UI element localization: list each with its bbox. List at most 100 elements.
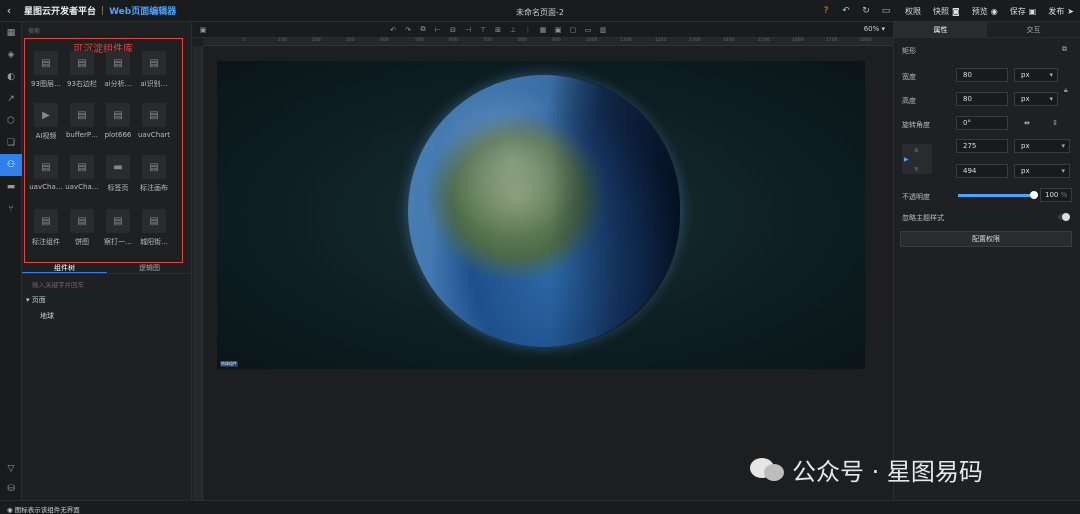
opacity-slider[interactable] bbox=[958, 191, 1038, 199]
component-thumb-icon: ▤ bbox=[142, 209, 166, 233]
tree-node-page[interactable]: ▾ 页面 bbox=[26, 295, 46, 305]
group-icon[interactable]: ▣ bbox=[553, 25, 563, 35]
align-right-icon[interactable]: ⊣ bbox=[463, 25, 473, 35]
database-icon[interactable]: ⛁ bbox=[0, 478, 22, 500]
component-item[interactable]: ▤ 察打一… bbox=[99, 209, 137, 247]
flip-vertical-icon[interactable]: ⇳ bbox=[1052, 119, 1058, 127]
component-item[interactable]: ▤ uavCha… bbox=[27, 155, 65, 191]
preview-button[interactable]: 预览 ◉ bbox=[972, 6, 998, 17]
component-item[interactable]: ▤ 标注组件 bbox=[27, 209, 65, 247]
ungroup-icon[interactable]: ▢ bbox=[568, 25, 578, 35]
align-left-icon[interactable]: ⊢ bbox=[433, 25, 443, 35]
component-name: ai识别… bbox=[140, 80, 168, 88]
tab-properties[interactable]: 属性 bbox=[894, 22, 987, 37]
properties-tabs: 属性 交互 bbox=[894, 22, 1080, 38]
height-unit-select[interactable]: px ▾ bbox=[1014, 92, 1058, 106]
copy-style-icon[interactable]: ⧉ bbox=[1062, 45, 1067, 54]
opacity-input[interactable]: 100 % bbox=[1040, 188, 1072, 202]
ruler-tick: 500 bbox=[415, 38, 424, 43]
width-unit-select[interactable]: px ▾ bbox=[1014, 68, 1058, 82]
position-anchor[interactable]: ▶ ▲ ▼ bbox=[902, 144, 932, 174]
align-middle-icon[interactable]: ⊞ bbox=[493, 25, 503, 35]
y-position-input[interactable]: 494 bbox=[956, 164, 1008, 178]
component-search-input[interactable]: 搜索 bbox=[28, 26, 40, 35]
grid-icon[interactable]: ▦ bbox=[538, 25, 548, 35]
globe-night-shade bbox=[549, 75, 680, 347]
component-item[interactable]: ▤ ai识别… bbox=[135, 51, 173, 89]
height-input[interactable]: 80 bbox=[956, 92, 1008, 106]
rotation-input[interactable]: 0° bbox=[956, 116, 1008, 130]
filter-icon[interactable]: ▽ bbox=[0, 458, 22, 480]
layers-icon[interactable]: ❏ bbox=[0, 132, 22, 154]
tab-interaction[interactable]: 交互 bbox=[987, 22, 1080, 37]
ignore-theme-toggle[interactable] bbox=[1058, 213, 1070, 221]
publish-button[interactable]: 发布 ➤ bbox=[1048, 6, 1074, 17]
snapshot-label: 快照 bbox=[932, 6, 949, 16]
save-button[interactable]: 保存 ▣ bbox=[1010, 6, 1037, 17]
refresh-icon[interactable]: ↻ bbox=[859, 4, 873, 18]
component-item[interactable]: ▶ AI视频 bbox=[27, 103, 65, 141]
component-item[interactable]: ▤ ai分析… bbox=[99, 51, 137, 89]
component-item[interactable]: ▤ uavChart bbox=[135, 103, 173, 139]
x-position-input[interactable]: 275 bbox=[956, 139, 1008, 153]
component-name: 标注画布 bbox=[140, 184, 168, 192]
status-bar: ◉ 图标表示该组件无界面 bbox=[0, 500, 1080, 514]
cube-icon[interactable]: ⬡ bbox=[0, 110, 22, 132]
component-item[interactable]: ▤ bufferP… bbox=[63, 103, 101, 139]
align-center-icon[interactable]: ⊟ bbox=[448, 25, 458, 35]
permission-button[interactable]: 权限 bbox=[905, 6, 921, 17]
component-item[interactable]: ▤ plot666 bbox=[99, 103, 137, 139]
tab-component-tree[interactable]: 组件树 bbox=[22, 262, 107, 273]
align-top-icon[interactable]: ⊤ bbox=[478, 25, 488, 35]
theme-icon[interactable]: ◐ bbox=[0, 66, 22, 88]
chevron-down-icon: ▾ bbox=[1049, 95, 1053, 103]
component-thumb-icon: ▤ bbox=[106, 103, 130, 127]
copy-icon[interactable]: ⧉ bbox=[418, 25, 428, 35]
undo-history-icon[interactable]: ↶ bbox=[839, 4, 853, 18]
component-name: 93右边栏 bbox=[67, 80, 97, 88]
component-name: ai分析… bbox=[104, 80, 132, 88]
page-stage[interactable]: 地球组件 bbox=[217, 61, 865, 369]
snapshot-button[interactable]: 快照 ◙ bbox=[933, 6, 960, 17]
redo-icon[interactable]: ↷ bbox=[403, 25, 413, 35]
width-input[interactable]: 80 bbox=[956, 68, 1008, 82]
component-item[interactable]: ▬ 标签页 bbox=[99, 155, 137, 193]
pages-icon[interactable]: ▦ bbox=[0, 22, 22, 44]
tab-logic-graph[interactable]: 逻辑图 bbox=[107, 262, 192, 273]
flip-horizontal-icon[interactable]: ⇹ bbox=[1024, 119, 1030, 127]
configure-permission-button[interactable]: 配置权限 bbox=[900, 231, 1072, 247]
distribute-icon[interactable]: ⋮ bbox=[523, 25, 533, 35]
chart-icon[interactable]: ↗ bbox=[0, 88, 22, 110]
component-item[interactable]: ▤ uavCha… bbox=[63, 155, 101, 191]
folder-icon[interactable]: ▬ bbox=[0, 176, 22, 198]
y-unit-select[interactable]: px ▾ bbox=[1014, 164, 1070, 178]
monitor-icon[interactable]: ▭ bbox=[879, 4, 893, 18]
component-item[interactable]: ▤ 城阳街… bbox=[135, 209, 173, 247]
lock-ratio-icon[interactable]: 🔒︎ bbox=[1064, 86, 1068, 95]
delete-icon[interactable]: ▥ bbox=[598, 25, 608, 35]
align-bottom-icon[interactable]: ⊥ bbox=[508, 25, 518, 35]
component-item[interactable]: ▤ 标注画布 bbox=[135, 155, 173, 193]
component-name: 93图层… bbox=[31, 80, 61, 88]
opacity-slider-handle[interactable] bbox=[1030, 191, 1038, 199]
back-icon[interactable]: ‹ bbox=[0, 4, 18, 17]
branch-icon[interactable]: ⑂ bbox=[0, 198, 22, 220]
component-item[interactable]: ▤ 93图层… bbox=[27, 51, 65, 89]
components-icon[interactable]: ◈ bbox=[0, 44, 22, 66]
page-icon[interactable]: ▣ bbox=[198, 25, 208, 35]
tree-node-earth[interactable]: 地球 bbox=[40, 311, 54, 321]
lock-icon[interactable]: ▭ bbox=[583, 25, 593, 35]
undo-icon[interactable]: ↶ bbox=[388, 25, 398, 35]
component-item[interactable]: ▤ 93右边栏 bbox=[63, 51, 101, 89]
zoom-select[interactable]: 60% ▾ bbox=[864, 25, 885, 33]
help-icon[interactable]: ? bbox=[819, 4, 833, 18]
earth-globe-component[interactable] bbox=[408, 75, 680, 347]
user-component-icon[interactable]: ⚇ bbox=[0, 154, 22, 176]
x-unit-select[interactable]: px ▾ bbox=[1014, 139, 1070, 153]
canvas-area: ▣ ↶ ↷ ⧉ ⊢ ⊟ ⊣ ⊤ ⊞ ⊥ ⋮ ▦ ▣ ▢ ▭ ▥ 60% ▾ 0 … bbox=[193, 22, 893, 500]
component-item[interactable]: ▤ 饼图 bbox=[63, 209, 101, 247]
chevron-down-icon: ▾ bbox=[1061, 142, 1065, 150]
tree-search-input[interactable]: 输入关键字并回车 bbox=[32, 279, 84, 289]
page-name[interactable]: 未命名页面-2 bbox=[500, 7, 580, 18]
component-thumb-icon: ▤ bbox=[106, 51, 130, 75]
